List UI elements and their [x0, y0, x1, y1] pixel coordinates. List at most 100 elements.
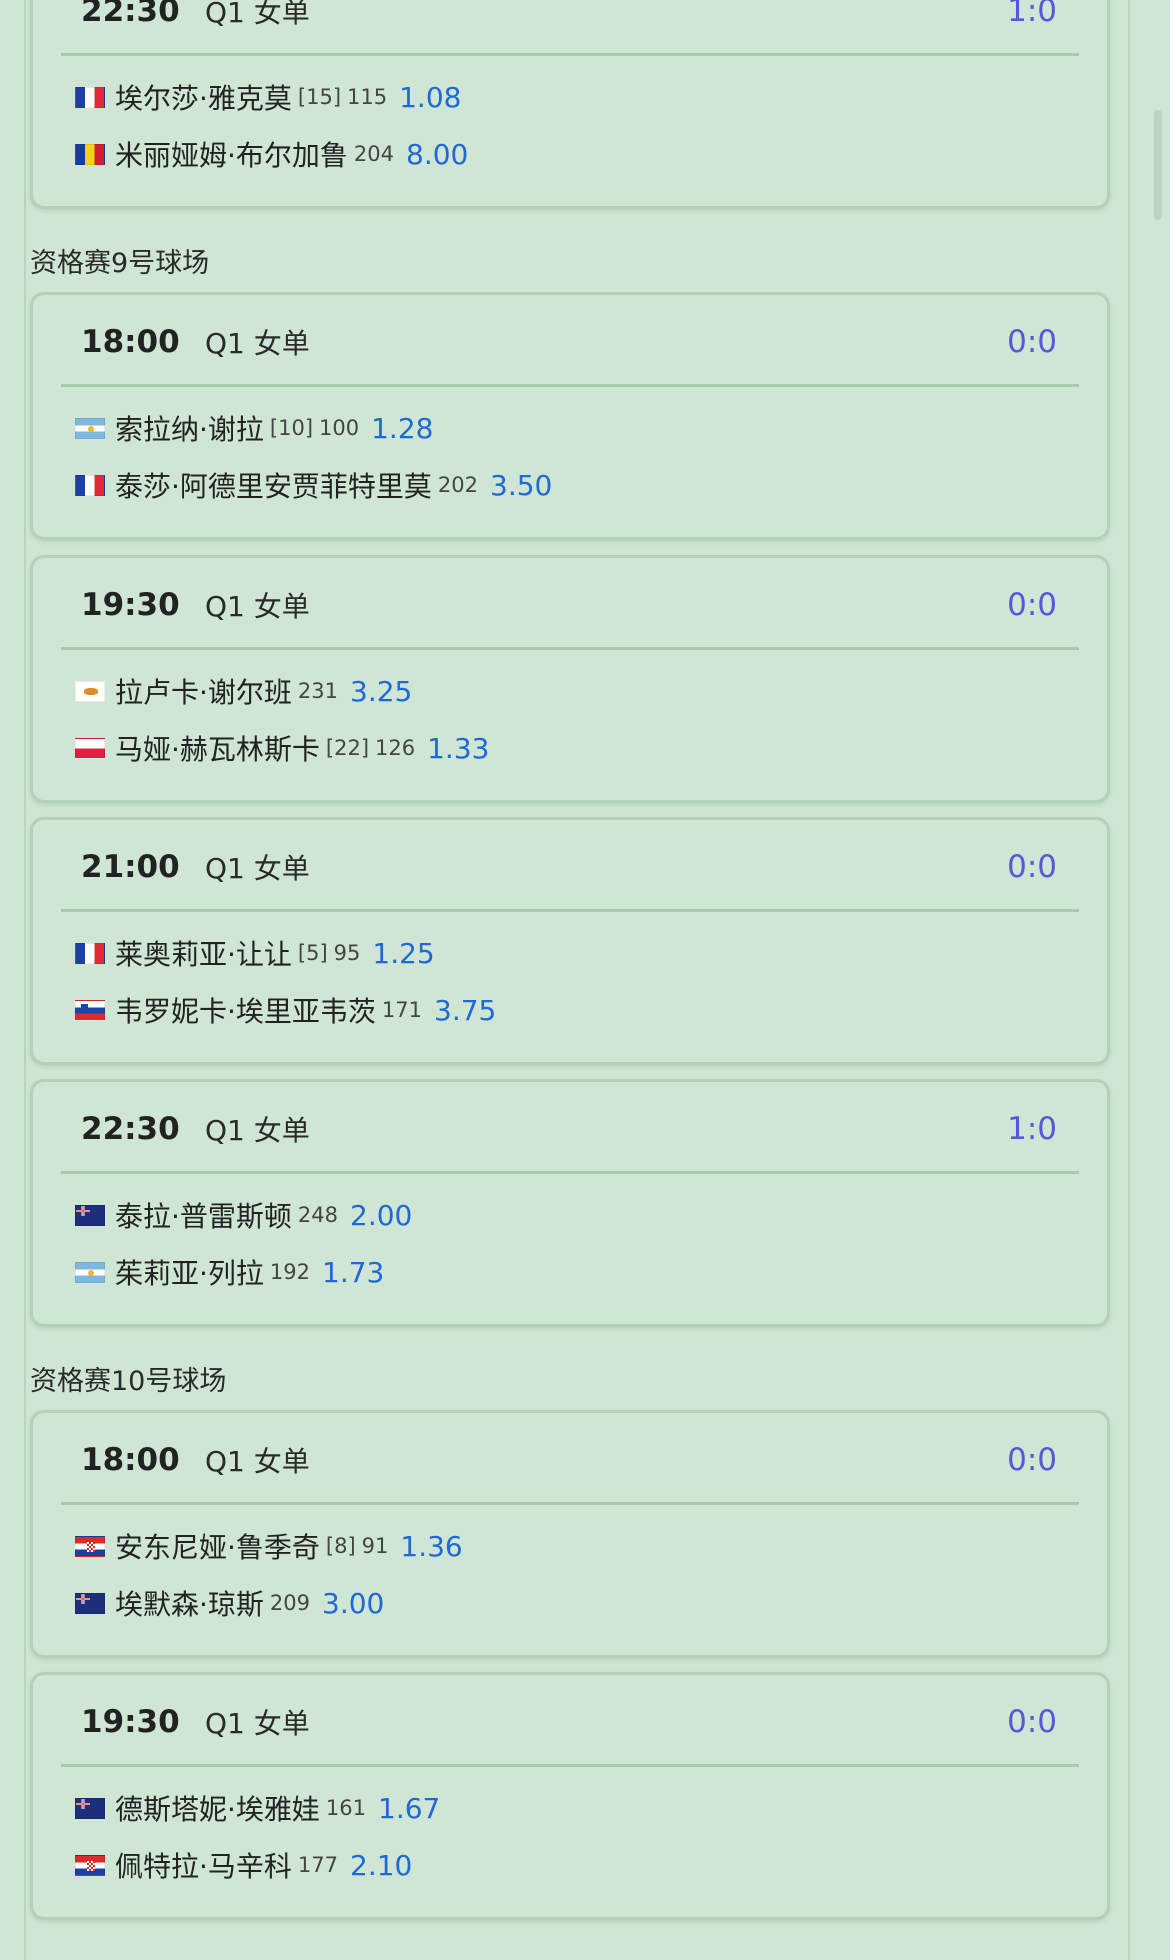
- player-name: 泰拉·普雷斯顿: [115, 1200, 292, 1233]
- match-card[interactable]: 22:30 Q1 女单 1:0 泰拉·普雷斯顿 248 2.00 茱莉亚·列拉 …: [30, 1079, 1110, 1327]
- match-time: 22:30: [81, 0, 180, 29]
- player-row[interactable]: 泰拉·普雷斯顿 248 2.00: [75, 1195, 412, 1235]
- player-odds[interactable]: 3.75: [434, 994, 496, 1027]
- player-row[interactable]: 韦罗妮卡·埃里亚韦茨 171 3.75: [75, 990, 496, 1030]
- match-round: Q1 女单: [205, 852, 310, 885]
- player-seed: [10]: [269, 416, 314, 440]
- court-title: 资格赛9号球场: [30, 248, 210, 279]
- player-row[interactable]: 米丽娅姆·布尔加鲁 204 8.00: [75, 134, 468, 174]
- player-name: 马娅·赫瓦林斯卡: [115, 733, 320, 766]
- scrollbar[interactable]: [1154, 110, 1162, 220]
- player-odds[interactable]: 1.25: [372, 937, 434, 970]
- match-card[interactable]: 18:00 Q1 女单 0:0 索拉纳·谢拉 [10] 100 1.28 泰莎·…: [30, 292, 1110, 540]
- divider: [61, 1502, 1079, 1505]
- match-score: 0:0: [1007, 587, 1057, 623]
- match-header: 18:00 Q1 女单 0:0: [71, 1435, 1069, 1485]
- player-odds[interactable]: 3.50: [490, 469, 552, 502]
- croatia-flag-icon: [75, 1535, 105, 1557]
- player-rank: 161: [325, 1796, 366, 1820]
- match-header: 18:00 Q1 女单 0:0: [71, 317, 1069, 367]
- player-name: 德斯塔妮·埃雅娃: [115, 1793, 320, 1826]
- divider: [61, 1764, 1079, 1767]
- player-odds[interactable]: 1.33: [427, 732, 489, 765]
- match-header: 19:30 Q1 女单 0:0: [71, 580, 1069, 630]
- player-odds[interactable]: 1.28: [371, 412, 433, 445]
- player-name: 韦罗妮卡·埃里亚韦茨: [115, 995, 376, 1028]
- slovenia-flag-icon: [75, 999, 105, 1021]
- player-name: 索拉纳·谢拉: [115, 413, 264, 446]
- match-time: 21:00: [81, 849, 180, 885]
- player-row[interactable]: 马娅·赫瓦林斯卡 [22] 126 1.33: [75, 728, 489, 768]
- divider: [61, 53, 1079, 56]
- cyprus-flag-icon: [75, 680, 105, 702]
- player-odds[interactable]: 3.00: [322, 1587, 384, 1620]
- player-name: 埃尔莎·雅克莫: [115, 82, 292, 115]
- player-row[interactable]: 茱莉亚·列拉 192 1.73: [75, 1252, 384, 1292]
- player-rank: 95: [333, 941, 361, 965]
- player-row[interactable]: 索拉纳·谢拉 [10] 100 1.28: [75, 408, 433, 448]
- poland-flag-icon: [75, 737, 105, 759]
- match-score: 1:0: [1007, 0, 1057, 29]
- match-card[interactable]: 22:30 Q1 女单 1:0 埃尔莎·雅克莫 [15] 115 1.08 米丽…: [30, 0, 1110, 209]
- player-rank: 209: [269, 1591, 310, 1615]
- player-row[interactable]: 泰莎·阿德里安贾菲特里莫 202 3.50: [75, 465, 552, 505]
- player-rank: 202: [437, 473, 478, 497]
- player-row[interactable]: 德斯塔妮·埃雅娃 161 1.67: [75, 1788, 440, 1828]
- match-round: Q1 女单: [205, 1445, 310, 1478]
- match-round: Q1 女单: [205, 1707, 310, 1740]
- match-card[interactable]: 21:00 Q1 女单 0:0 莱奥莉亚·让让 [5] 95 1.25 韦罗妮卡…: [30, 817, 1110, 1065]
- player-rank: 248: [297, 1203, 338, 1227]
- player-seed: [8]: [325, 1534, 356, 1558]
- player-name: 泰莎·阿德里安贾菲特里莫: [115, 470, 432, 503]
- france-flag-icon: [75, 942, 105, 964]
- argentina-flag-icon: [75, 417, 105, 439]
- player-rank: 126: [375, 736, 416, 760]
- match-time: 22:30: [81, 1111, 180, 1147]
- player-rank: 192: [269, 1260, 310, 1284]
- player-name: 埃默森·琼斯: [115, 1588, 264, 1621]
- match-round: Q1 女单: [205, 0, 310, 29]
- match-card[interactable]: 19:30 Q1 女单 0:0 拉卢卡·谢尔班 231 3.25 马娅·赫瓦林斯…: [30, 555, 1110, 803]
- match-time: 18:00: [81, 324, 180, 360]
- match-header: 22:30 Q1 女单 1:0: [71, 0, 1069, 36]
- player-row[interactable]: 佩特拉·马辛科 177 2.10: [75, 1845, 412, 1885]
- match-score: 1:0: [1007, 1111, 1057, 1147]
- match-header: 21:00 Q1 女单 0:0: [71, 842, 1069, 892]
- player-rank: 171: [381, 998, 422, 1022]
- player-odds[interactable]: 3.25: [350, 675, 412, 708]
- australia-flag-icon: [75, 1797, 105, 1819]
- match-time: 19:30: [81, 587, 180, 623]
- player-row[interactable]: 埃默森·琼斯 209 3.00: [75, 1583, 384, 1623]
- court-title: 资格赛10号球场: [30, 1366, 227, 1397]
- divider: [61, 384, 1079, 387]
- player-seed: [22]: [325, 736, 370, 760]
- player-name: 安东尼娅·鲁季奇: [115, 1531, 320, 1564]
- france-flag-icon: [75, 474, 105, 496]
- player-odds[interactable]: 8.00: [406, 138, 468, 171]
- romania-flag-icon: [75, 143, 105, 165]
- player-row[interactable]: 安东尼娅·鲁季奇 [8] 91 1.36: [75, 1526, 463, 1566]
- player-seed: [15]: [297, 85, 342, 109]
- match-card[interactable]: 19:30 Q1 女单 0:0 德斯塔妮·埃雅娃 161 1.67 佩特拉·马辛…: [30, 1672, 1110, 1920]
- player-odds[interactable]: 1.36: [400, 1530, 462, 1563]
- player-row[interactable]: 莱奥莉亚·让让 [5] 95 1.25: [75, 933, 435, 973]
- player-row[interactable]: 拉卢卡·谢尔班 231 3.25: [75, 671, 412, 711]
- croatia-flag-icon: [75, 1854, 105, 1876]
- match-score: 0:0: [1007, 324, 1057, 360]
- player-seed: [5]: [297, 941, 328, 965]
- player-odds[interactable]: 1.73: [322, 1256, 384, 1289]
- player-odds[interactable]: 1.67: [378, 1792, 440, 1825]
- player-odds[interactable]: 2.00: [350, 1199, 412, 1232]
- player-rank: 100: [319, 416, 360, 440]
- divider: [61, 1171, 1079, 1174]
- player-odds[interactable]: 1.08: [399, 81, 461, 114]
- player-row[interactable]: 埃尔莎·雅克莫 [15] 115 1.08: [75, 77, 461, 117]
- player-rank: 204: [353, 142, 394, 166]
- player-name: 茱莉亚·列拉: [115, 1257, 264, 1290]
- player-name: 拉卢卡·谢尔班: [115, 676, 292, 709]
- player-odds[interactable]: 2.10: [350, 1849, 412, 1882]
- player-name: 佩特拉·马辛科: [115, 1850, 292, 1883]
- match-header: 19:30 Q1 女单 0:0: [71, 1697, 1069, 1747]
- player-rank: 115: [347, 85, 388, 109]
- match-card[interactable]: 18:00 Q1 女单 0:0 安东尼娅·鲁季奇 [8] 91 1.36 埃默森…: [30, 1410, 1110, 1658]
